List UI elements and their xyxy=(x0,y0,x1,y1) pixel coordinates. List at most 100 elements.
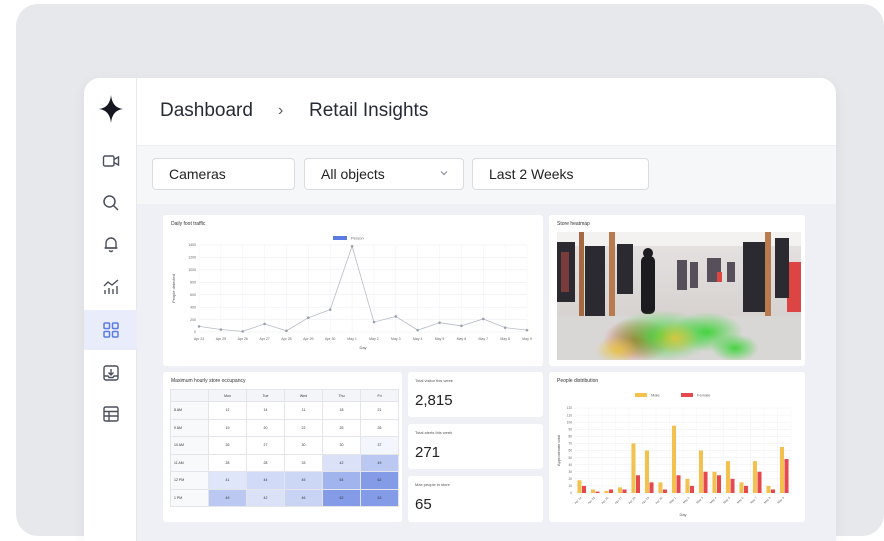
x-tick-label: Apr 28 xyxy=(627,496,636,505)
foot-traffic-card: Daily foot traffic 0 200 400 600 800 1000 1200… xyxy=(163,215,543,366)
x-tick-label: Apr 28 xyxy=(281,337,291,341)
occupancy-cell: 54 xyxy=(322,471,361,490)
occupancy-cell: 20 xyxy=(246,418,285,437)
camera-icon xyxy=(102,155,119,167)
y-tick-label: 200 xyxy=(190,318,196,322)
y-tick-label: 800 xyxy=(190,280,196,284)
bar-male xyxy=(604,490,609,493)
y-tick-label: 30 xyxy=(568,470,572,474)
nav-exports[interactable] xyxy=(84,353,137,393)
occupancy-cell: 62 xyxy=(322,488,361,507)
legend-swatch xyxy=(635,393,647,397)
nav-tables[interactable] xyxy=(84,394,137,434)
bar-female xyxy=(770,489,776,493)
chevron-down-icon xyxy=(440,171,448,176)
bar-female xyxy=(622,489,627,493)
y-tick-label: 40 xyxy=(568,463,572,467)
y-axis-label: People detected xyxy=(171,274,176,303)
x-tick-label: May 9 xyxy=(522,337,532,341)
bar-female xyxy=(676,475,681,493)
legend-swatch xyxy=(333,236,347,240)
x-tick-label: May 2 xyxy=(369,337,379,341)
data-point xyxy=(241,330,245,333)
objects-filter-label: All objects xyxy=(321,166,385,182)
nav-cameras[interactable] xyxy=(84,141,137,181)
bar-female xyxy=(730,478,735,493)
y-tick-label: 600 xyxy=(190,293,196,297)
table-row: 12 PM 41 44 45 54 62 xyxy=(170,471,399,490)
y-tick-label: 110 xyxy=(567,413,572,417)
stat-card-max-people: Max people in store 65 xyxy=(408,476,543,522)
cameras-filter[interactable]: Cameras xyxy=(152,158,295,190)
date-range-filter[interactable]: Last 2 Weeks xyxy=(472,158,649,190)
x-tick-label: Apr 27 xyxy=(259,337,269,341)
x-tick-label: May 6 xyxy=(457,337,467,341)
store-heatmap-card: Store heatmap xyxy=(549,215,805,366)
sidebar xyxy=(84,78,137,541)
occupancy-row-label: 12 PM xyxy=(170,471,209,490)
bar-male xyxy=(671,425,676,493)
y-tick-label: 0 xyxy=(194,330,196,334)
stat-value: 271 xyxy=(415,444,441,461)
x-axis-label: Day xyxy=(359,345,366,350)
bar-male xyxy=(617,487,622,493)
occupancy-column-header: Mon xyxy=(208,389,247,402)
data-point xyxy=(481,317,485,321)
x-tick-label: May 3 xyxy=(391,337,401,341)
y-tick-label: 80 xyxy=(568,435,572,439)
stat-card-visitors: Total visitor this week 2,815 xyxy=(408,372,543,417)
search-icon xyxy=(102,195,119,211)
bar-female xyxy=(716,475,722,493)
x-tick-label: Apr 30 xyxy=(654,496,663,505)
occupancy-row-label: 10 AM xyxy=(170,436,209,455)
nav-dashboard[interactable] xyxy=(84,310,137,350)
x-tick-label: Apr 26 xyxy=(238,337,248,341)
y-tick-label: 400 xyxy=(190,305,196,309)
x-tick-label: May 4 xyxy=(413,337,423,341)
breadcrumb-root[interactable]: Dashboard xyxy=(160,100,253,122)
data-point xyxy=(285,329,288,333)
table-row: 10 AM 26 27 30 30 37 xyxy=(170,436,399,455)
y-axis-label: Approximate total xyxy=(556,435,561,466)
inbox-download-icon xyxy=(102,365,119,381)
x-tick-label: Apr 24 xyxy=(573,496,582,505)
logo-icon xyxy=(99,95,123,123)
occupancy-cell: 25 xyxy=(322,418,361,437)
bar-male xyxy=(631,443,636,493)
data-point xyxy=(372,320,376,324)
x-tick-label: May 7 xyxy=(479,337,489,341)
nav-analytics[interactable] xyxy=(84,267,137,307)
x-tick-label: May 7 xyxy=(749,496,758,505)
x-tick-label: Apr 25 xyxy=(587,496,596,505)
data-point xyxy=(416,328,419,332)
occupancy-cell: 45 xyxy=(284,471,323,490)
bar-male xyxy=(739,482,744,493)
data-point xyxy=(197,325,201,328)
bar-female xyxy=(784,459,789,493)
bar-female xyxy=(689,485,695,493)
occupancy-cell: 30 xyxy=(284,436,323,455)
occupancy-cell: 46 xyxy=(284,488,323,507)
bar-male xyxy=(698,450,703,493)
objects-filter[interactable]: All objects xyxy=(304,158,464,190)
data-point xyxy=(263,322,266,326)
occupancy-cell: 11 xyxy=(284,401,323,420)
occupancy-cell: 14 xyxy=(246,401,285,420)
breadcrumb-separator-icon: › xyxy=(278,102,284,119)
page-header: Dashboard › Retail Insights xyxy=(137,78,836,146)
nav-alerts[interactable] xyxy=(84,224,137,264)
stat-value: 65 xyxy=(415,496,432,513)
nav-search[interactable] xyxy=(84,183,137,223)
data-point xyxy=(525,328,529,332)
bar-male xyxy=(658,482,663,493)
bar-male xyxy=(779,446,784,493)
occupancy-cell: 28 xyxy=(208,453,247,472)
x-tick-label: Apr 27 xyxy=(614,496,623,505)
table-row: 1 PM 49 42 46 62 63 xyxy=(170,488,399,507)
bar-female xyxy=(662,489,668,493)
x-tick-label: Apr 30 xyxy=(325,337,335,341)
y-tick-label: 120 xyxy=(567,406,573,410)
stat-label: Total alerts this week xyxy=(415,430,453,435)
occupancy-cell: 44 xyxy=(246,471,285,490)
occupancy-cell: 19 xyxy=(208,418,247,437)
